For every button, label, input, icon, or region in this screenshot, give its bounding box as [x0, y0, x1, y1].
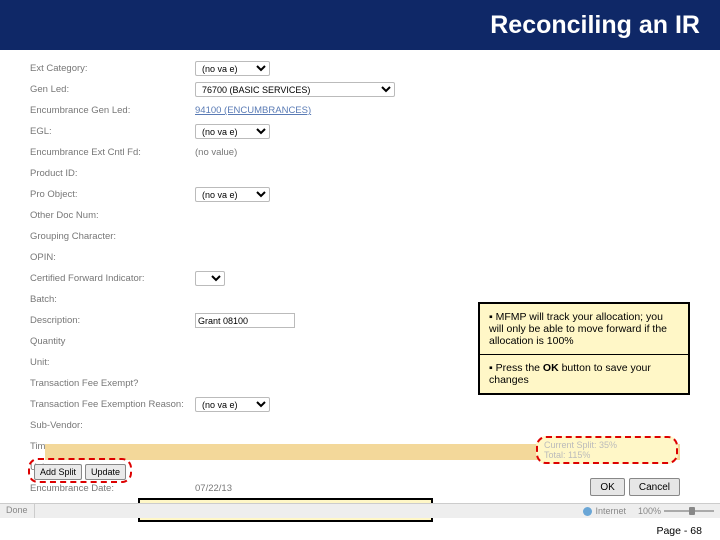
- lbl-enc-date: Encumbrance Date:: [30, 483, 195, 494]
- lbl-opin: OPIN:: [30, 252, 195, 263]
- lbl-batch: Batch:: [30, 294, 195, 305]
- lbl-pro-object: Pro Object:: [30, 189, 195, 200]
- enc-date-val: 07/22/13: [195, 483, 232, 494]
- lbl-ext-category: Ext Category:: [30, 63, 195, 74]
- enc-gen-led-link[interactable]: 94100 (ENCUMBRANCES): [195, 105, 311, 116]
- lbl-egl: EGL:: [30, 126, 195, 137]
- zoom-slider[interactable]: [664, 510, 714, 512]
- callout-item-2: ▪ Press the OK button to save your chang…: [480, 354, 688, 393]
- lbl-trans-fee-reason: Transaction Fee Exemption Reason:: [30, 399, 195, 410]
- status-done: Done: [0, 504, 35, 518]
- pro-object-select[interactable]: (no va e): [195, 187, 270, 202]
- status-internet: Internet: [577, 504, 632, 518]
- current-split-box: Current Split: 35% Total: 115%: [536, 436, 678, 464]
- page-title: Reconciling an IR: [490, 11, 700, 40]
- cert-fwd-select[interactable]: [195, 271, 225, 286]
- gen-led-select[interactable]: 76700 (BASIC SERVICES): [195, 82, 395, 97]
- ok-button[interactable]: OK: [590, 478, 624, 496]
- total-line: Total: 115%: [544, 450, 670, 460]
- lbl-sub-vendor: Sub-Vendor:: [30, 420, 195, 431]
- lbl-gen-led: Gen Led:: [30, 84, 195, 95]
- ext-category-select[interactable]: (no va e): [195, 61, 270, 76]
- callout-item-1: ▪ MFMP will track your allocation; you w…: [480, 304, 688, 354]
- lbl-quantity: Quantity: [30, 336, 195, 347]
- lbl-enc-gen-led: Encumbrance Gen Led:: [30, 105, 195, 116]
- globe-icon: [583, 507, 592, 516]
- lbl-enc-ext-control: Encumbrance Ext Cntl Fd:: [30, 147, 195, 158]
- lbl-grouping: Grouping Character:: [30, 231, 195, 242]
- enc-ext-control-val: (no value): [195, 147, 237, 158]
- lbl-other-doc: Other Doc Num:: [30, 210, 195, 221]
- lbl-cert-fwd: Certified Forward Indicator:: [30, 273, 195, 284]
- description-input[interactable]: [195, 313, 295, 328]
- status-bar: Done Internet 100%: [0, 503, 720, 518]
- page-number: Page - 68: [656, 525, 702, 537]
- status-zoom: 100%: [632, 504, 720, 518]
- current-split-line: Current Split: 35%: [544, 440, 670, 450]
- instruction-callout: ▪ MFMP will track your allocation; you w…: [478, 302, 690, 395]
- highlight-oval-left: [28, 458, 132, 483]
- lbl-unit: Unit:: [30, 357, 195, 368]
- trans-fee-reason-select[interactable]: (no va e): [195, 397, 270, 412]
- cancel-button[interactable]: Cancel: [629, 478, 680, 496]
- lbl-trans-fee-exempt: Transaction Fee Exempt?: [30, 378, 195, 389]
- lbl-product-id: Product ID:: [30, 168, 195, 179]
- lbl-desc: Description:: [30, 315, 195, 326]
- egl-select[interactable]: (no va e): [195, 124, 270, 139]
